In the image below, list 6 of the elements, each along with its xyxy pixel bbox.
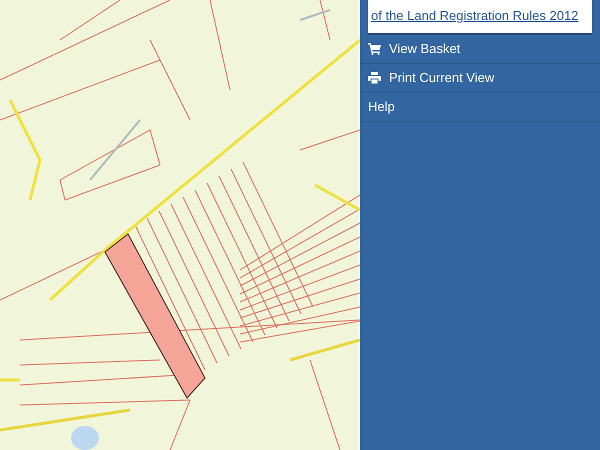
cart-icon bbox=[368, 43, 381, 55]
rules-link[interactable]: of the Land Registration Rules 2012 bbox=[371, 8, 578, 23]
printer-icon bbox=[368, 72, 381, 84]
menu-item[interactable]: View Basket bbox=[360, 35, 600, 64]
menu-item[interactable]: Print Current View bbox=[360, 64, 600, 93]
menu-item[interactable]: Help bbox=[360, 93, 600, 122]
